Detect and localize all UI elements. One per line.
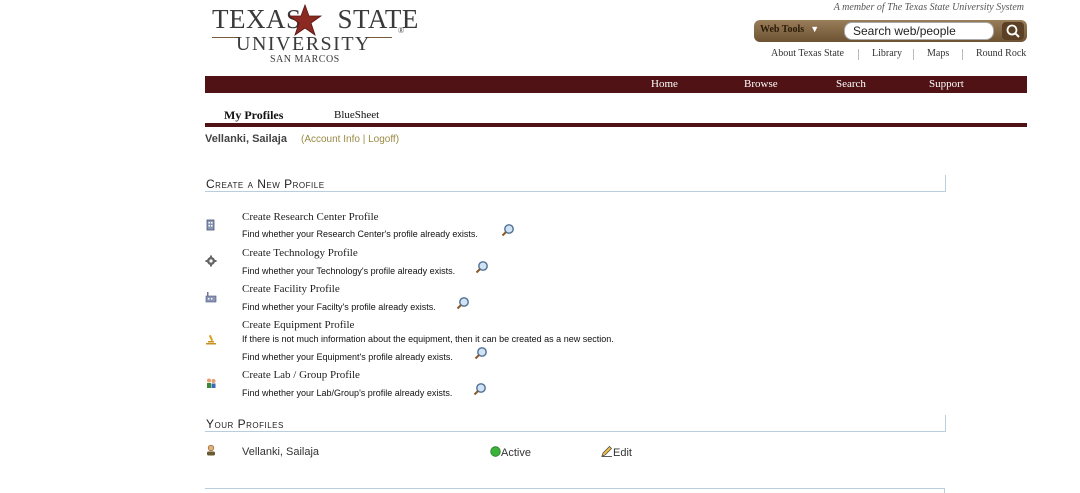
find-technology-text: Find whether your Technology's profile a… — [242, 266, 456, 276]
logo-registered: ® — [398, 26, 405, 35]
tab-my-profiles[interactable]: My Profiles — [224, 108, 283, 123]
tab-bluesheet[interactable]: BlueSheet — [334, 109, 379, 121]
section-title: Create a New Profile — [206, 177, 325, 191]
logo-campus: SAN MARCOS — [270, 54, 340, 65]
create-research-center-link[interactable]: Create Research Center Profile — [242, 211, 379, 223]
status-badge: Active — [490, 446, 531, 459]
user-name: Vellanki, Sailaja — [205, 133, 287, 145]
divider — [913, 49, 914, 60]
texas-state-logo[interactable]: TEXAS STATE UNIVERSITY ® SAN MARCOS — [212, 4, 418, 66]
search-bar: Web Tools ▼ — [754, 20, 1027, 42]
next-section-border — [205, 488, 945, 489]
account-links[interactable]: (Account Info | Logoff) — [301, 134, 399, 145]
find-facility-text: Find whether your Facilty's profile alre… — [242, 302, 436, 312]
create-lab-group-link[interactable]: Create Lab / Group Profile — [242, 369, 360, 381]
find-equipment-text: Find whether your Equipment's profile al… — [242, 352, 453, 362]
logo-university: UNIVERSITY — [236, 33, 371, 55]
create-facility-link[interactable]: Create Facility Profile — [242, 283, 340, 295]
search-icon — [1006, 24, 1020, 38]
user-icon — [207, 444, 215, 456]
edit-text: Edit — [613, 447, 632, 459]
member-tagline: A member of The Texas State University S… — [833, 2, 1024, 13]
equipment-note-text: If there is not much information about t… — [242, 334, 614, 344]
star-icon — [288, 4, 322, 36]
magnifier-icon[interactable] — [474, 346, 488, 360]
find-research-center-text: Find whether your Research Center's prof… — [242, 229, 478, 239]
factory-icon — [205, 292, 217, 303]
status-text: Active — [501, 447, 531, 459]
profile-name[interactable]: Vellanki, Sailaja — [242, 446, 319, 458]
divider — [962, 49, 963, 60]
logo-rule-left — [212, 37, 238, 38]
edit-profile-link[interactable]: Edit — [601, 445, 632, 459]
nav-support[interactable]: Support — [929, 78, 964, 90]
nav-home[interactable]: Home — [651, 78, 678, 90]
section-title: Your Profiles — [206, 417, 284, 431]
create-section-header: Create a New Profile — [205, 175, 946, 192]
main-nav: Home Browse Search Support — [205, 76, 1027, 93]
create-technology-link[interactable]: Create Technology Profile — [242, 247, 358, 259]
tab-underline — [205, 123, 1027, 127]
gear-icon — [205, 255, 217, 267]
pencil-icon — [601, 445, 613, 457]
magnifier-icon[interactable] — [456, 296, 470, 310]
link-library[interactable]: Library — [872, 48, 902, 59]
search-input[interactable] — [844, 22, 994, 40]
nav-browse[interactable]: Browse — [744, 78, 778, 90]
magnifier-icon[interactable] — [475, 260, 489, 274]
caret-down-icon: ▼ — [810, 24, 820, 34]
building-icon — [206, 219, 215, 231]
magnifier-icon[interactable] — [501, 223, 515, 237]
your-profiles-header: Your Profiles — [205, 415, 946, 432]
link-maps[interactable]: Maps — [927, 48, 949, 59]
web-tools-dropdown[interactable]: Web Tools ▼ — [760, 24, 819, 35]
search-button[interactable] — [1002, 22, 1024, 40]
microscope-icon — [206, 334, 216, 345]
nav-search[interactable]: Search — [836, 78, 866, 90]
next-section-border-right — [944, 488, 945, 493]
create-equipment-link[interactable]: Create Equipment Profile — [242, 319, 354, 331]
link-about[interactable]: About Texas State — [771, 48, 844, 59]
status-dot-icon — [490, 446, 501, 457]
magnifier-icon[interactable] — [473, 382, 487, 396]
find-lab-group-text: Find whether your Lab/Group's profile al… — [242, 388, 453, 398]
group-icon — [207, 378, 216, 388]
divider — [858, 49, 859, 60]
link-round-rock[interactable]: Round Rock — [976, 48, 1026, 59]
